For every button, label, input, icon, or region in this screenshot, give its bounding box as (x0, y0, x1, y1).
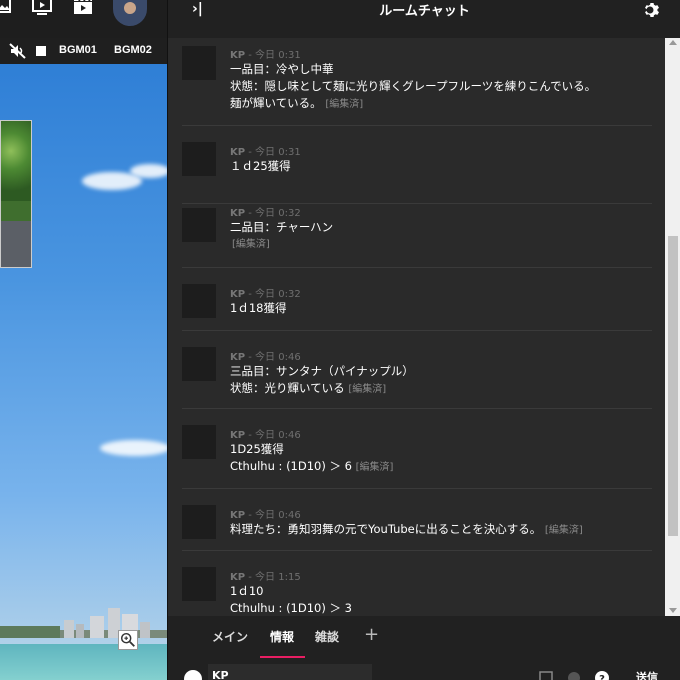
sender-name: KP (230, 208, 246, 219)
message-meta: KP - 今日 0:31 (230, 143, 301, 158)
chat-message: KP - 今日 0:32 1ｄ18獲得 (182, 268, 652, 331)
palette-icon[interactable] (566, 670, 582, 680)
message-time: - 今日 0:46 (248, 430, 301, 441)
sender-name: KP (230, 289, 246, 300)
bgm02-button[interactable]: BGM02 (114, 44, 152, 56)
message-text: 1ｄ10 (230, 584, 264, 598)
message-meta: KP - 今日 0:46 (230, 348, 301, 363)
message-meta: KP - 今日 1:15 (230, 568, 301, 583)
sender-name: KP (230, 572, 246, 583)
message-text: 麺が輝いている。 [編集済] (230, 96, 364, 110)
scroll-up-arrow[interactable] (669, 40, 677, 45)
message-meta: KP - 今日 0:31 (230, 46, 301, 61)
message-text: 1D25獲得 (230, 442, 284, 456)
message-text: Cthulhu : (1D10) ＞ 3 (230, 601, 352, 615)
message-time: - 今日 0:46 (248, 352, 301, 363)
message-avatar (182, 142, 216, 176)
message-scrollbar[interactable] (665, 38, 680, 616)
message-text: 二品目：チャーハン (230, 220, 334, 234)
screen-icon[interactable] (31, 0, 53, 18)
bgm-bar: BGM01 BGM02 (0, 38, 167, 64)
chat-message: KP - 今日 0:46 1D25獲得 Cthulhu : (1D10) ＞ 6… (182, 409, 652, 489)
message-avatar (182, 425, 216, 459)
chat-input-row: KP ? 送信 (168, 658, 680, 680)
message-meta: KP - 今日 0:32 (230, 285, 301, 300)
sender-name: KP (230, 510, 246, 521)
cloud (130, 164, 167, 178)
edited-badge: [編集済] (355, 462, 394, 473)
chat-message: KP - 今日 0:31 １ｄ25獲得 (182, 126, 652, 204)
zoom-icon[interactable] (118, 630, 138, 650)
bgm01-button[interactable]: BGM01 (59, 44, 97, 56)
message-time: - 今日 0:32 (248, 208, 301, 219)
message-text: 料理たち：勇知羽舞の元でYouTubeに出ることを決心する。 [編集済] (230, 522, 583, 536)
sender-name: KP (230, 50, 246, 61)
chat-message: KP - 今日 0:32 二品目：チャーハン [編集済] (182, 204, 652, 268)
message-avatar (182, 208, 216, 242)
message-text: 一品目：冷やし中華 (230, 62, 334, 76)
cloud (100, 440, 167, 456)
chat-message: KP - 今日 0:46 三品目：サンタナ（パイナップル） 状態：光り輝いている… (182, 331, 652, 409)
sender-name: KP (230, 430, 246, 441)
input-avatar[interactable] (184, 670, 202, 680)
message-text: 状態：光り輝いている [編集済] (230, 381, 387, 395)
sea (0, 644, 167, 680)
message-meta: KP - 今日 0:32 (230, 204, 301, 219)
tab-chat[interactable]: 雑談 (315, 628, 339, 645)
edited-badge: [編集済] (325, 99, 364, 110)
tab-main[interactable]: メイン (212, 628, 248, 645)
board-area: BGM01 BGM02 (0, 0, 167, 680)
message-time: - 今日 0:31 (248, 50, 301, 61)
message-avatar (182, 347, 216, 381)
message-text: 1ｄ18獲得 (230, 301, 287, 315)
edited-badge: [編集済] (232, 239, 270, 250)
send-button[interactable]: 送信 (636, 669, 658, 680)
message-text: １ｄ25獲得 (230, 159, 291, 173)
message-text: [編集済] (232, 235, 270, 253)
svg-text:?: ? (599, 674, 605, 680)
message-time: - 今日 0:31 (248, 147, 301, 158)
gallery-icon[interactable] (0, 0, 16, 18)
message-avatar (182, 567, 216, 601)
character-name-field[interactable]: KP (208, 664, 372, 680)
help-icon[interactable]: ? (594, 670, 610, 680)
chat-message: KP - 今日 0:46 料理たち：勇知羽舞の元でYouTubeに出ることを決心… (182, 489, 652, 551)
sender-name: KP (230, 352, 246, 363)
channel-tabs: メイン 情報 雑談 + (168, 616, 680, 658)
settings-icon[interactable] (640, 0, 660, 20)
dice-icon[interactable] (538, 670, 554, 680)
message-meta: KP - 今日 0:46 (230, 426, 301, 441)
message-avatar (182, 284, 216, 318)
message-time: - 今日 1:15 (248, 572, 301, 583)
message-avatar (182, 46, 216, 80)
photo-card[interactable] (0, 120, 32, 268)
mute-icon[interactable] (9, 42, 27, 60)
message-time: - 今日 0:32 (248, 289, 301, 300)
message-meta: KP - 今日 0:46 (230, 506, 301, 521)
chat-message: KP - 今日 1:15 1ｄ10 Cthulhu : (1D10) ＞ 3 (182, 551, 652, 616)
stop-icon[interactable] (36, 46, 46, 56)
clapper-icon[interactable] (72, 0, 94, 18)
room-chat-panel: ›| ルームチャット KP - 今日 0:31 一品目：冷やし中華 状態：隠し味… (167, 0, 680, 680)
message-text: 状態：隠し味として麺に光り輝くグレープフルーツを練りこんでいる。 (230, 79, 597, 93)
scroll-down-arrow[interactable] (669, 608, 677, 613)
add-tab-button[interactable]: + (364, 624, 379, 645)
scroll-thumb[interactable] (668, 236, 678, 536)
panel-header: ›| ルームチャット (168, 0, 680, 38)
background-scene (0, 64, 167, 680)
message-avatar (182, 505, 216, 539)
message-text: 三品目：サンタナ（パイナップル） (230, 364, 414, 378)
message-time: - 今日 0:46 (248, 510, 301, 521)
city-skyline (0, 608, 167, 638)
user-avatar[interactable] (113, 0, 147, 26)
panel-title: ルームチャット (379, 4, 470, 19)
top-toolbar (0, 0, 167, 38)
tab-info[interactable]: 情報 (270, 628, 294, 645)
message-text: Cthulhu : (1D10) ＞ 6 [編集済] (230, 459, 394, 473)
edited-badge: [編集済] (348, 384, 387, 395)
edited-badge: [編集済] (544, 525, 583, 536)
message-list: KP - 今日 0:31 一品目：冷やし中華 状態：隠し味として麺に光り輝くグレ… (168, 38, 665, 616)
sender-name: KP (230, 147, 246, 158)
chat-message: KP - 今日 0:31 一品目：冷やし中華 状態：隠し味として麺に光り輝くグレ… (182, 38, 652, 126)
